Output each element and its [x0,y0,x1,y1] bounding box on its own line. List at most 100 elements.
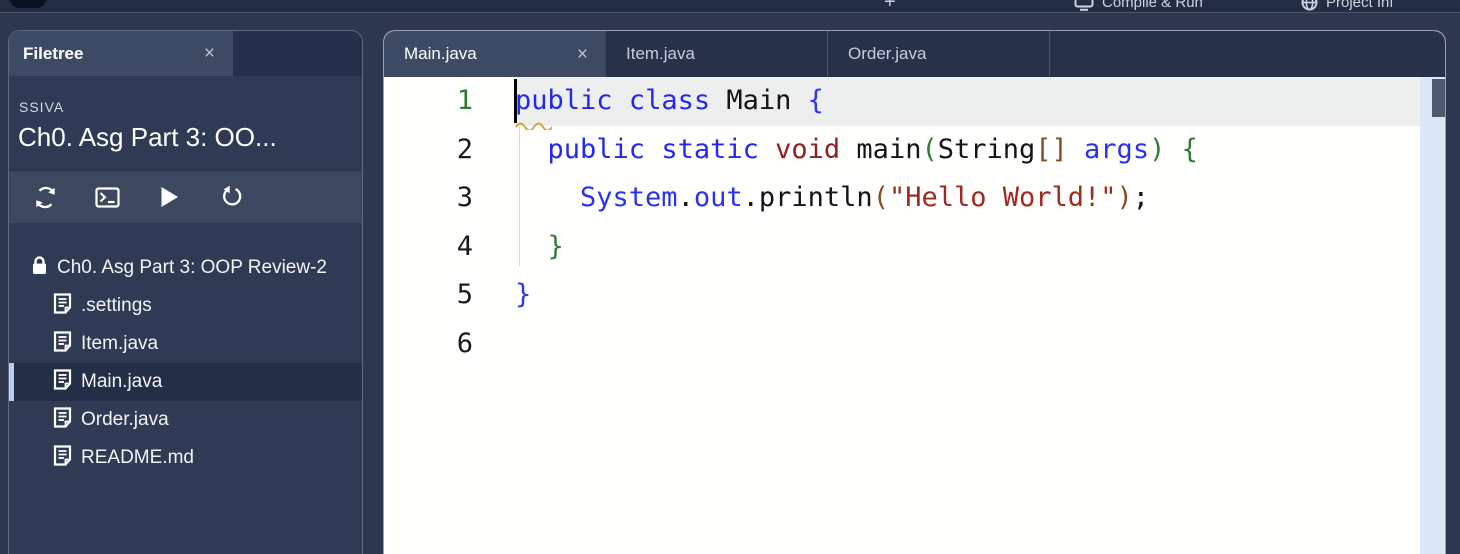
compile-run-button[interactable]: Compile & Run [1074,0,1203,12]
globe-icon [1301,0,1318,10]
tab-item-java[interactable]: Item.java [606,31,828,77]
editor-scrollbar[interactable] [1420,77,1445,554]
tab-main-java[interactable]: Main.java × [384,31,606,77]
line-number-gutter: 1 2 3 4 5 6 [384,77,515,368]
top-navigation-bar: + Compile & Run Project Inf [0,0,1460,13]
line-number: 5 [456,279,473,310]
code-token: class [628,85,711,116]
warning-squiggle-icon [515,122,552,130]
line-number: 2 [456,133,473,165]
app-logo[interactable] [10,0,46,8]
line-number: 3 [456,182,473,213]
filetree-body: SSIVA Ch0. Asg Part 3: OO... Ch0. Asg Pa… [9,76,362,477]
code-token: System [580,182,678,213]
tab-label: Main.java [404,44,477,63]
add-button[interactable]: + [884,0,896,13]
code-token: ( [872,182,889,213]
code-token: } [515,279,532,310]
file-row-order-java[interactable]: Order.java [9,401,362,439]
code-line: public class Main { [515,77,1420,126]
reset-icon [223,185,242,206]
tab-order-java[interactable]: Order.java [828,31,1050,77]
file-row-main-java[interactable]: Main.java [9,363,362,401]
filetree-title: Filetree [23,43,84,63]
code-token: public [547,133,646,165]
code-token: } [547,230,564,262]
file-icon [53,444,72,472]
filetree-close-icon[interactable]: × [204,44,215,63]
filetree-tab[interactable]: Filetree × [9,31,233,76]
file-tree-root-label: Ch0. Asg Part 3: OOP Review-2 [57,257,327,278]
file-row-settings[interactable]: .settings [9,287,362,325]
lock-icon [31,255,48,281]
code-token: static [661,133,759,165]
code-line: } [515,223,1420,272]
line-number: 6 [456,327,473,359]
tab-label: Item.java [626,44,695,63]
code-token: main [840,133,922,165]
filetree-toolbar [9,170,362,223]
file-name-label: Main.java [81,371,163,392]
code-token: . [742,182,759,213]
code-token: out [693,182,743,213]
code-token: ( [921,133,938,165]
terminal-icon [94,186,120,208]
editor-scrollbar-thumb[interactable] [1432,79,1445,117]
refresh-button[interactable] [32,184,58,210]
editor-panel: Main.java × Item.java Order.java 1 2 3 4 5 6 pub… [383,30,1446,554]
file-row-item-java[interactable]: Item.java [9,325,362,363]
terminal-button[interactable] [94,184,120,210]
tab-close-icon[interactable]: × [577,45,588,64]
code-token: void [775,133,841,165]
file-tree-root-row[interactable]: Ch0. Asg Part 3: OOP Review-2 [9,249,362,287]
code-line: System.out.println("Hello World!"); [515,174,1420,223]
file-icon [53,368,72,396]
code-token: Main [710,85,808,116]
code-token: { [1181,133,1198,165]
filetree-panel: Filetree × SSIVA Ch0. Asg Part 3: OO... [8,30,363,554]
file-name-label: .settings [81,295,152,316]
file-icon [53,330,72,358]
code-token: { [807,85,824,116]
code-token: "Hello World!" [888,182,1117,213]
reset-button[interactable] [218,184,244,210]
file-icon [53,406,72,434]
text-cursor [514,79,517,123]
run-button[interactable] [156,184,182,210]
line-number: 4 [456,230,473,262]
file-tree: Ch0. Asg Part 3: OOP Review-2 .settings It… [9,249,362,477]
line-number: 1 [456,85,473,116]
code-token: String [937,133,1036,165]
code-token: public [515,85,613,116]
code-content: public class Main { public static void m… [515,77,1420,368]
code-token: ) [1116,182,1133,213]
project-info-button[interactable]: Project Inf [1301,0,1394,12]
course-code: SSIVA [19,99,65,115]
indent-guide [519,126,520,266]
editor-tab-bar: Main.java × Item.java Order.java [384,31,1445,77]
file-icon [53,292,72,320]
code-editor[interactable]: 1 2 3 4 5 6 public class Main { public static… [384,77,1445,554]
code-token: ; [1132,182,1150,213]
compile-run-label: Compile & Run [1102,0,1203,11]
code-token: . [677,182,694,213]
code-token: [] [1035,133,1068,165]
file-name-label: Order.java [81,409,169,430]
monitor-icon [1074,0,1094,11]
code-token: ) [1149,133,1166,165]
file-name-label: README.md [81,447,194,468]
file-name-label: Item.java [81,333,159,354]
plus-icon: + [884,0,896,13]
code-line: public static void main(String[] args) { [515,126,1420,175]
play-icon [161,187,178,207]
project-info-label: Project Inf [1326,0,1394,11]
refresh-icon [35,186,55,208]
tab-label: Order.java [848,44,927,63]
file-row-readme-md[interactable]: README.md [9,439,362,477]
